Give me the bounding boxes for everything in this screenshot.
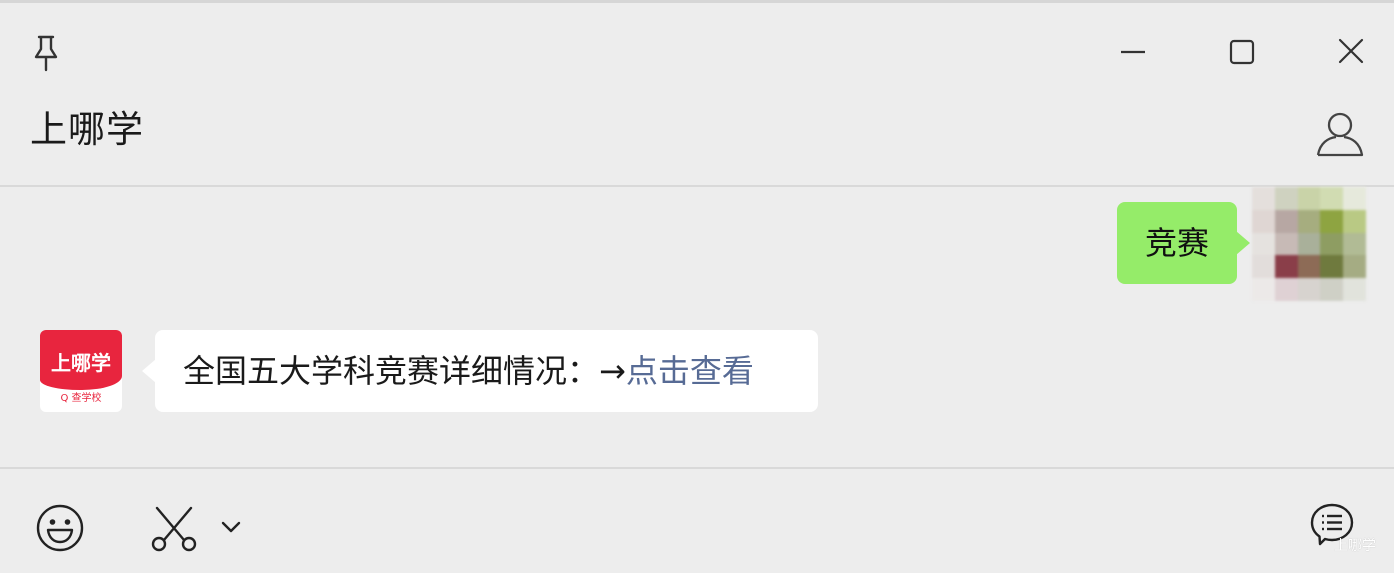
avatar-pixel [1274,278,1298,301]
close-icon[interactable] [1333,33,1369,69]
avatar-pixel [1343,187,1366,210]
avatar-pixel [1274,255,1298,279]
scissors-icon[interactable] [149,503,199,553]
maximize-icon[interactable] [1224,33,1260,69]
avatar-pixel [1320,187,1344,210]
avatar-pixel [1343,255,1366,279]
input-divider [0,467,1394,469]
avatar-pixel [1297,187,1321,210]
view-details-link[interactable]: 点击查看 [626,352,754,390]
header-divider [0,185,1394,187]
avatar-pixel [1274,187,1298,210]
bot-avatar-name: 上哪学 [51,351,111,375]
avatar-pixel [1252,255,1275,279]
incoming-message-bubble[interactable]: 全国五大学科竞赛详细情况：→点击查看 [142,330,818,412]
avatar-pixel [1252,232,1275,256]
watermark: 上哪学 [1334,538,1376,554]
bot-avatar-subtitle: Q 查学校 [60,393,102,404]
avatar-pixel [1274,232,1298,256]
avatar-pixel [1297,278,1321,301]
emoji-icon[interactable] [35,503,85,553]
avatar-pixel [1320,278,1344,301]
pin-icon[interactable] [28,33,64,73]
avatar-pixel [1252,209,1275,233]
avatar-pixel [1320,255,1344,279]
avatar-pixel [1252,187,1275,210]
user-avatar[interactable] [1252,187,1366,301]
avatar-pixel [1297,209,1321,233]
avatar-pixel [1343,232,1366,256]
avatar-pixel [1297,255,1321,279]
chat-window: 上哪学 竞赛 上哪学 Q 查学校 全国五大学科竞赛详细情况：→点击查看 上哪学 [0,0,1394,573]
avatar-pixel [1320,209,1344,233]
outgoing-message-bubble[interactable]: 竞赛 [1117,202,1251,284]
minimize-icon[interactable] [1115,33,1151,69]
avatar-pixel [1297,232,1321,256]
chevron-down-icon[interactable] [219,517,243,537]
incoming-message-text: 全国五大学科竞赛详细情况：→ [183,352,626,390]
avatar-pixel [1274,209,1298,233]
avatar-pixel [1252,278,1275,301]
bot-avatar[interactable]: 上哪学 Q 查学校 [40,330,122,412]
avatar-pixel [1320,232,1344,256]
profile-icon[interactable] [1314,109,1366,159]
avatar-pixel [1343,278,1366,301]
avatar-pixel [1343,209,1366,233]
chat-title: 上哪学 [30,108,144,151]
